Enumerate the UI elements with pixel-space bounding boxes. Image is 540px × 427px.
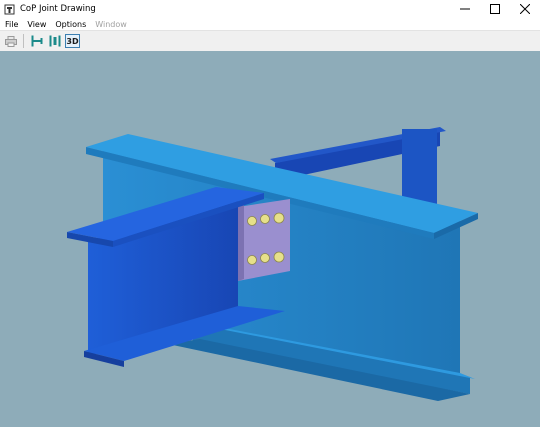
window-controls	[450, 0, 540, 18]
3d-view-button[interactable]: 3D	[65, 34, 80, 48]
app-icon	[4, 4, 15, 14]
menu-view[interactable]: View	[27, 20, 46, 29]
toolbar: 3D	[0, 30, 540, 52]
close-icon	[520, 4, 530, 14]
minimize-button[interactable]	[450, 0, 480, 18]
toolbar-separator	[23, 34, 24, 48]
elevation-view-button[interactable]	[29, 34, 44, 48]
menu-bar: File View Options Window	[0, 18, 540, 30]
minimize-icon	[460, 8, 470, 10]
title-bar: CoP Joint Drawing	[0, 0, 540, 18]
joint-3d-scene	[67, 127, 478, 401]
drawing-viewport[interactable]	[0, 51, 540, 427]
menu-options[interactable]: Options	[55, 20, 86, 29]
section-view-icon	[49, 35, 60, 47]
print-button	[3, 34, 18, 48]
3d-view-icon: 3D	[66, 36, 79, 46]
menu-window: Window	[95, 19, 127, 29]
elevation-view-icon	[31, 35, 42, 47]
window-title: CoP Joint Drawing	[20, 4, 96, 14]
maximize-icon	[490, 4, 500, 14]
menu-file[interactable]: File	[5, 20, 18, 29]
section-view-button[interactable]	[47, 34, 62, 48]
maximize-button[interactable]	[480, 0, 510, 18]
fin-plate	[238, 199, 290, 281]
print-icon	[4, 35, 17, 47]
close-button[interactable]	[510, 0, 540, 18]
